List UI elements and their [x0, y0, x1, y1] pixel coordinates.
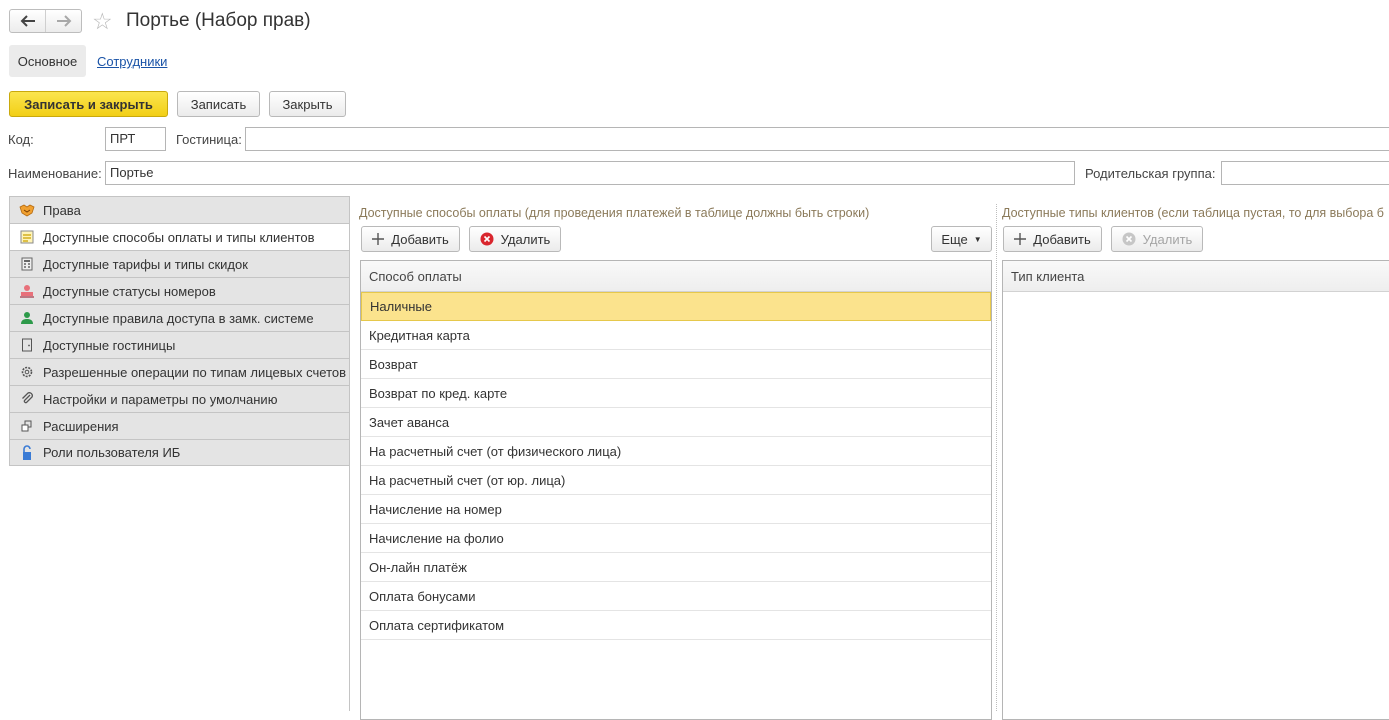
tab-label: Права — [43, 202, 81, 218]
bed-icon — [19, 283, 35, 299]
more-label: Еще — [941, 231, 968, 247]
delete-client-type-button[interactable]: Удалить — [1111, 226, 1203, 252]
tab-tariffs[interactable]: Доступные тарифы и типы скидок — [9, 250, 350, 277]
paperclip-icon — [19, 391, 35, 407]
tab-label: Доступные гостиницы — [43, 337, 176, 353]
delete-payment-label: Удалить — [500, 231, 551, 247]
table-row[interactable]: Оплата сертификатом — [361, 611, 991, 640]
tab-extensions[interactable]: Расширения — [9, 412, 350, 439]
arrow-left-icon — [20, 15, 35, 27]
hotel-label: Гостиница: — [176, 132, 242, 147]
tab-label: Роли пользователя ИБ — [43, 445, 181, 460]
code-label: Код: — [8, 132, 34, 147]
tab-room-statuses[interactable]: Доступные статусы номеров — [9, 277, 350, 304]
table-row[interactable]: Зачет аванса — [361, 408, 991, 437]
settings-tab-list: Права Доступные способы оплаты и типы кл… — [9, 196, 350, 466]
save-and-close-button[interactable]: Записать и закрыть — [9, 91, 168, 117]
tab-hotels[interactable]: Доступные гостиницы — [9, 331, 350, 358]
table-row[interactable]: На расчетный счет (от юр. лица) — [361, 466, 991, 495]
tab-access-rules[interactable]: Доступные правила доступа в замк. систем… — [9, 304, 350, 331]
handshake-icon — [19, 202, 35, 218]
clients-group-title: Доступные типы клиентов (если таблица пу… — [1002, 206, 1384, 220]
person-lock-icon — [19, 310, 35, 326]
add-client-type-button[interactable]: Добавить — [1003, 226, 1102, 252]
tab-label: Разрешенные операции по типам лицевых сч… — [43, 364, 347, 380]
payment-method-column-header[interactable]: Способ оплаты — [361, 261, 991, 292]
tab-default-settings[interactable]: Настройки и параметры по умолчанию — [9, 385, 350, 412]
payments-group-title: Доступные способы оплаты (для проведения… — [359, 206, 870, 220]
tab-label: Доступные способы оплаты и типы клиентов — [43, 229, 315, 245]
tab-payment-methods[interactable]: Доступные способы оплаты и типы клиентов — [9, 223, 350, 250]
chevron-down-icon: ▼ — [973, 234, 982, 244]
panel-divider — [349, 196, 350, 711]
table-row[interactable]: Он-лайн платёж — [361, 553, 991, 582]
payments-table: Способ оплаты Наличные Кредитная карта В… — [360, 260, 992, 720]
padlock-icon — [19, 444, 35, 461]
name-label: Наименование: — [8, 166, 102, 181]
gear-icon — [19, 364, 35, 380]
back-button[interactable] — [10, 10, 45, 32]
table-row[interactable]: Наличные — [361, 292, 991, 321]
hotel-field[interactable] — [245, 127, 1389, 151]
table-row[interactable]: Оплата бонусами — [361, 582, 991, 611]
tab-label: Расширения — [43, 418, 119, 434]
tab-user-roles[interactable]: Роли пользователя ИБ — [9, 439, 350, 466]
table-row[interactable]: Начисление на номер — [361, 495, 991, 524]
arrow-right-icon — [56, 15, 71, 27]
tab-account-operations[interactable]: Разрешенные операции по типам лицевых сч… — [9, 358, 350, 385]
calculator-icon — [19, 256, 35, 272]
delete-icon — [1122, 232, 1136, 246]
parent-group-label: Родительская группа: — [1085, 166, 1216, 181]
client-types-table: Тип клиента — [1002, 260, 1389, 720]
window-title: Портье (Набор прав) — [126, 10, 311, 31]
tab-label: Настройки и параметры по умолчанию — [43, 391, 278, 407]
table-row[interactable]: На расчетный счет (от физического лица) — [361, 437, 991, 466]
tab-main[interactable]: Основное — [9, 45, 86, 77]
more-button[interactable]: Еще ▼ — [931, 226, 992, 252]
door-icon — [19, 337, 35, 353]
forward-button[interactable] — [45, 10, 81, 32]
tab-label: Доступные правила доступа в замк. систем… — [43, 310, 314, 326]
delete-payment-button[interactable]: Удалить — [469, 226, 561, 252]
code-field[interactable]: ПРТ — [105, 127, 166, 151]
parent-group-field[interactable] — [1221, 161, 1389, 185]
tab-rights[interactable]: Права — [9, 196, 350, 223]
client-type-column-header[interactable]: Тип клиента — [1003, 261, 1389, 292]
table-row[interactable]: Кредитная карта — [361, 321, 991, 350]
tab-label: Доступные тарифы и типы скидок — [43, 256, 248, 272]
add-client-type-label: Добавить — [1033, 231, 1091, 247]
navigation-buttons — [9, 9, 82, 33]
save-button[interactable]: Записать — [177, 91, 260, 117]
table-row[interactable]: Возврат — [361, 350, 991, 379]
group-divider — [996, 204, 997, 711]
delete-client-type-label: Удалить — [1142, 231, 1193, 247]
extension-icon — [19, 418, 35, 434]
delete-icon — [480, 232, 494, 246]
add-payment-label: Добавить — [391, 231, 449, 247]
table-row[interactable]: Возврат по кред. карте — [361, 379, 991, 408]
tab-employees[interactable]: Сотрудники — [97, 54, 167, 69]
tab-label: Доступные статусы номеров — [43, 283, 216, 299]
table-row[interactable]: Начисление на фолио — [361, 524, 991, 553]
close-button[interactable]: Закрыть — [269, 91, 346, 117]
plus-icon — [372, 233, 385, 245]
add-payment-button[interactable]: Добавить — [361, 226, 460, 252]
payment-doc-icon — [19, 229, 35, 245]
name-field[interactable]: Портье — [105, 161, 1075, 185]
star-icon[interactable]: ☆ — [92, 8, 113, 34]
plus-icon — [1014, 233, 1027, 245]
